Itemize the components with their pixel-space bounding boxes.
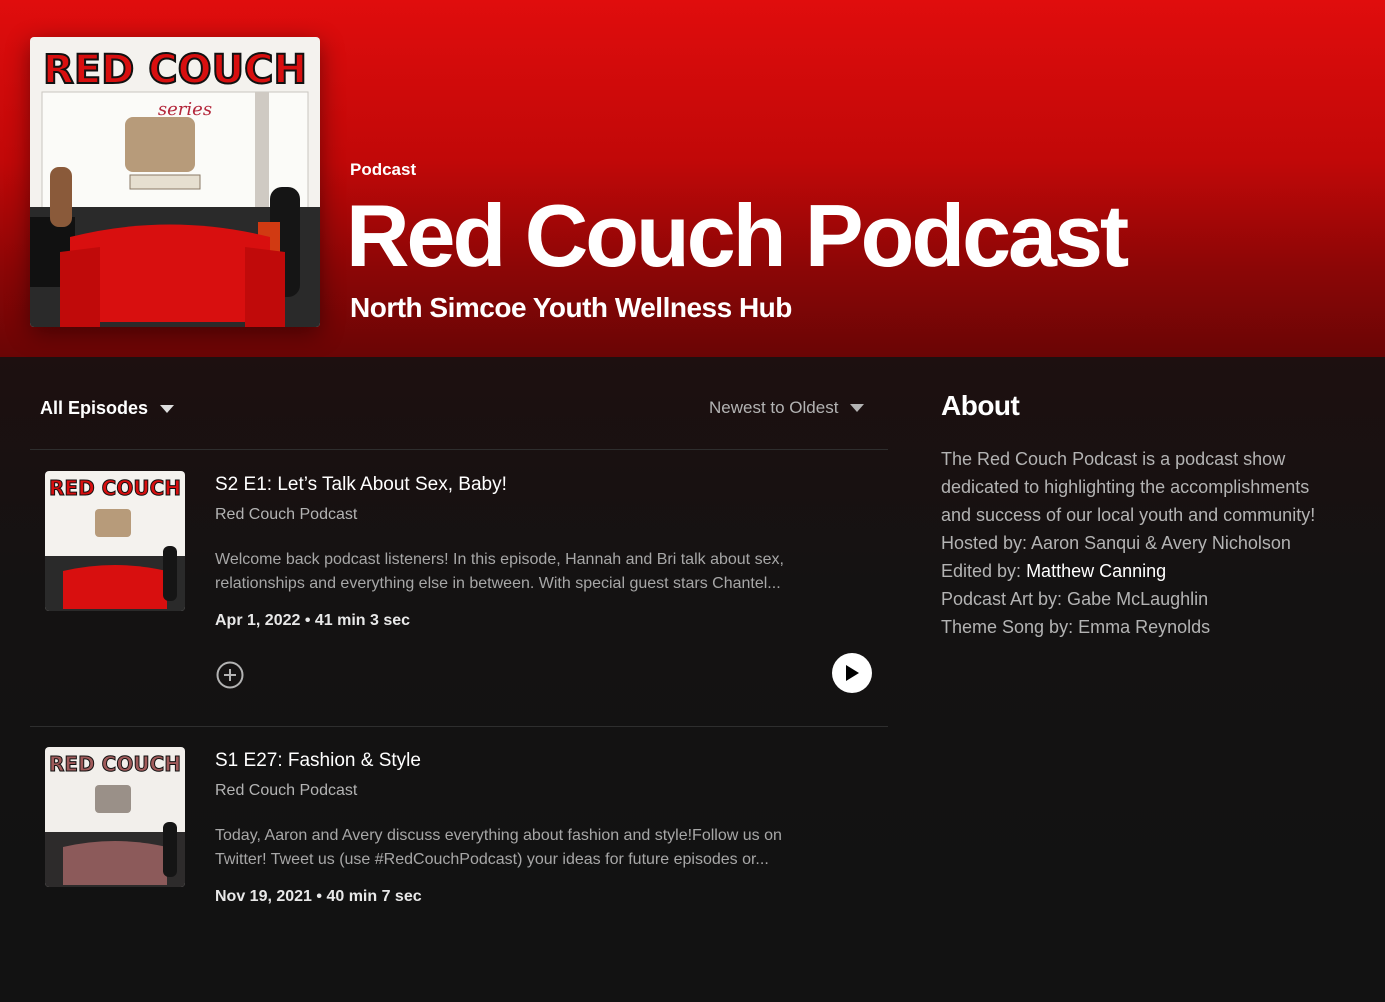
thumbnail-logo-text: RED COUCH — [49, 752, 181, 776]
episode-date-duration: Apr 1, 2022 • 41 min 3 sec — [215, 612, 411, 629]
about-line: Hosted by: Aaron Sanqui & Avery Nicholso… — [941, 533, 1291, 553]
cover-series-text: series — [158, 99, 212, 120]
chevron-down-icon — [160, 404, 175, 413]
episode-filter-dropdown[interactable]: All Episodes — [40, 398, 175, 419]
cover-logo-text: RED COUCH — [43, 47, 307, 93]
about-line: and success of our local youth and commu… — [941, 505, 1316, 525]
about-line: Podcast Art by: Gabe McLaughlin — [941, 589, 1209, 609]
episode-description: Welcome back podcast listeners! In this … — [215, 548, 855, 596]
episode-description: Today, Aaron and Avery discuss everythin… — [215, 824, 855, 872]
about-editor-label: Edited by: — [941, 561, 1027, 581]
about-description: The Red Couch Podcast is a podcast show … — [941, 445, 1381, 641]
episode-row[interactable]: RED COUCH S2 E1: Let’s Talk About Sex, B… — [30, 450, 888, 726]
content-type-label: Podcast — [350, 160, 417, 179]
episode-show-name: Red Couch Podcast — [215, 782, 358, 799]
episode-description-line: relationships and everything else in bet… — [215, 575, 781, 592]
podcast-cover-art: RED COUCH series — [30, 37, 320, 327]
episode-title-link[interactable]: S2 E1: Let’s Talk About Sex, Baby! — [215, 474, 507, 496]
play-button[interactable] — [832, 653, 872, 693]
episode-description-line: Twitter! Tweet us (use #RedCouchPodcast)… — [215, 851, 769, 868]
about-line: The Red Couch Podcast is a podcast show — [941, 449, 1286, 469]
about-editor-name: Matthew Canning — [1026, 561, 1167, 581]
thumbnail-logo-text: RED COUCH — [49, 476, 181, 500]
episode-description-line: Today, Aaron and Avery discuss everythin… — [215, 827, 782, 844]
episode-sort-label: Newest to Oldest — [709, 398, 839, 417]
add-circle-icon[interactable] — [215, 660, 245, 690]
episode-filter-label: All Episodes — [40, 398, 149, 418]
episode-date-duration: Nov 19, 2021 • 40 min 7 sec — [215, 888, 422, 905]
episode-description-line: Welcome back podcast listeners! In this … — [215, 551, 784, 568]
about-line: Edited by: Matthew Canning — [941, 557, 1381, 585]
page-title: Red Couch Podcast — [346, 186, 1129, 285]
about-line: dedicated to highlighting the accomplish… — [941, 477, 1310, 497]
episode-sort-dropdown[interactable]: Newest to Oldest — [709, 398, 865, 418]
episode-show-name: Red Couch Podcast — [215, 506, 358, 523]
about-line: Theme Song by: Emma Reynolds — [941, 617, 1211, 637]
publisher-link[interactable]: North Simcoe Youth Wellness Hub — [350, 292, 792, 324]
episode-title-link[interactable]: S1 E27: Fashion & Style — [215, 750, 421, 772]
chevron-down-icon — [850, 404, 865, 412]
episode-thumbnail: RED COUCH — [45, 747, 185, 887]
about-heading: About — [941, 390, 1020, 421]
play-icon — [846, 665, 859, 681]
episode-row[interactable]: RED COUCH S1 E27: Fashion & Style Red Co… — [30, 726, 888, 1002]
episode-thumbnail: RED COUCH — [45, 471, 185, 611]
